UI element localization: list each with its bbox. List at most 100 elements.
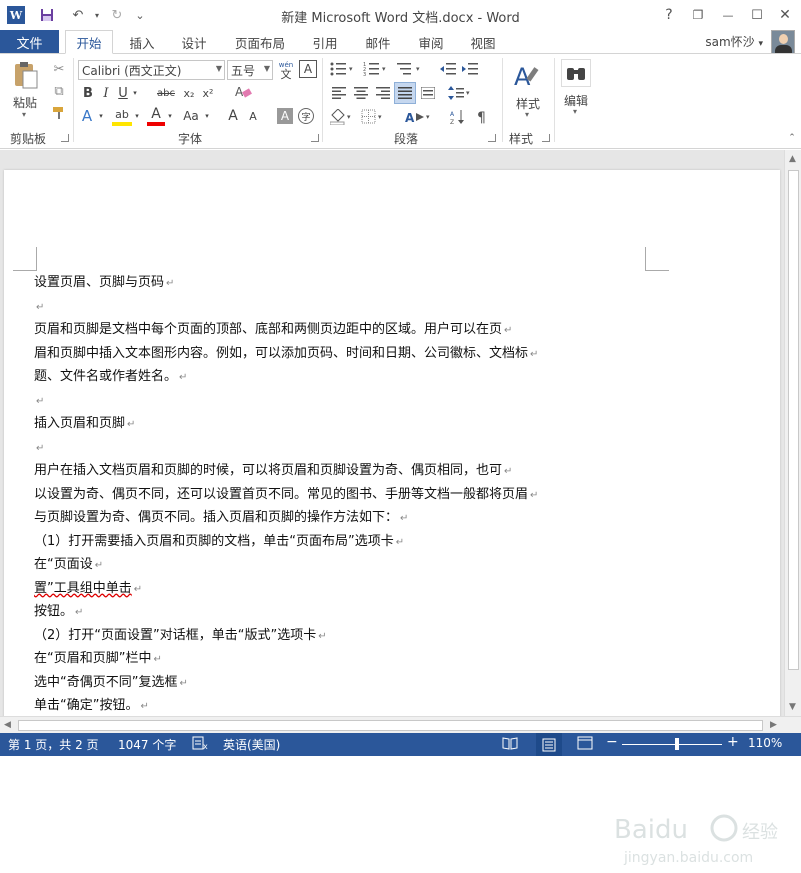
proofing-icon[interactable]: x [192,736,208,753]
highlight-button[interactable]: ab [112,106,132,126]
web-layout-icon[interactable] [577,736,593,753]
line-spacing-icon[interactable]: ▾ [446,84,474,102]
character-border-button[interactable]: A [299,60,317,78]
borders-icon[interactable]: ▾ [360,107,386,127]
increase-indent-icon[interactable] [460,60,480,78]
copy-icon[interactable]: ⧉ [50,82,68,100]
ribbon-display-options-button[interactable]: ❐ [687,4,709,26]
tab-file[interactable]: 文件 [0,30,59,54]
clear-formatting-icon[interactable]: A [232,82,254,102]
binoculars-icon[interactable] [561,59,591,87]
change-case-dropdown-icon[interactable]: ▾ [203,106,211,126]
doc-paragraph[interactable]: （1）打开需要插入页眉和页脚的文档，单击“页面布局”选项卡 ↵ [34,530,574,554]
styles-icon[interactable]: A [510,60,546,92]
tab-design[interactable]: 设计 [172,30,216,54]
character-shading-button[interactable]: A [277,108,293,124]
doc-paragraph[interactable]: 置”工具组中单击 ↵ [34,577,574,601]
text-effects-button[interactable]: A [78,106,96,126]
sort-icon[interactable]: AZ [448,107,468,127]
doc-paragraph[interactable]: 页眉和页脚是文档中每个页面的顶部、底部和两侧页边距中的区域。用户可以在页 ↵ [34,318,574,342]
doc-paragraph[interactable]: 眉和页脚中插入文本图形内容。例如，可以添加页码、时间和日期、公司徽标、文档标 ↵ [34,342,574,366]
superscript-button[interactable]: x² [200,84,216,102]
help-button[interactable]: ? [658,4,680,26]
language-indicator[interactable]: 英语(美国) [223,736,280,753]
bullets-icon[interactable]: ▾ [329,60,357,78]
subscript-button[interactable]: x₂ [181,84,197,102]
doc-paragraph[interactable]: 设置页眉、页脚与页码 ↵ [34,271,574,295]
multilevel-list-icon[interactable]: ▾ [396,60,424,78]
tab-home[interactable]: 开始 [65,30,113,54]
zoom-level[interactable]: 110% [748,736,782,750]
highlight-dropdown-icon[interactable]: ▾ [133,106,141,126]
zoom-slider-thumb[interactable] [675,738,679,750]
text-effects-dropdown-icon[interactable]: ▾ [97,106,105,126]
doc-paragraph[interactable]: 单击“确定”按钮。 ↵ [34,694,574,718]
distributed-icon[interactable] [418,84,438,102]
styles-launcher-icon[interactable] [542,134,550,142]
document-page[interactable]: 设置页眉、页脚与页码 ↵ ↵ 页眉和页脚是文档中每个页面的顶部、底部和两侧页边距中… [4,170,780,730]
font-size-combo[interactable]: 五号 ▼ [227,60,273,80]
shrink-font-button[interactable]: A [245,106,261,126]
bold-button[interactable]: B [80,84,96,102]
align-left-icon[interactable] [329,84,349,102]
document-body[interactable]: 设置页眉、页脚与页码 ↵ ↵ 页眉和页脚是文档中每个页面的顶部、底部和两侧页边距中… [34,271,574,718]
underline-dropdown-icon[interactable]: ▾ [130,84,140,102]
page-count[interactable]: 第 1 页，共 2 页 [8,736,99,753]
zoom-slider[interactable] [622,744,722,745]
underline-button[interactable]: U [116,84,130,102]
print-layout-icon[interactable] [536,733,562,756]
vertical-scroll-thumb[interactable] [788,170,799,670]
horizontal-scroll-thumb[interactable] [18,720,763,731]
scroll-down-icon[interactable]: ▼ [789,702,796,712]
show-marks-icon[interactable]: ¶ [474,107,494,127]
read-mode-icon[interactable] [502,736,518,753]
tab-view[interactable]: 视图 [461,30,505,54]
change-case-button[interactable]: Aa [180,106,202,126]
decrease-indent-icon[interactable] [438,60,458,78]
paste-icon[interactable] [10,60,42,90]
doc-paragraph[interactable]: ↵ [34,295,574,319]
tab-page-layout[interactable]: 页面布局 [227,30,293,54]
doc-paragraph[interactable]: 插入页眉和页脚 ↵ [34,412,574,436]
tab-mailings[interactable]: 邮件 [356,30,400,54]
tab-references[interactable]: 引用 [303,30,347,54]
doc-paragraph[interactable]: 题、文件名或作者姓名。 ↵ [34,365,574,389]
paragraph-launcher-icon[interactable] [488,134,496,142]
styles-dropdown-icon[interactable]: ▾ [525,110,529,119]
zoom-out-button[interactable]: − [606,734,618,750]
tab-insert[interactable]: 插入 [120,30,164,54]
doc-paragraph[interactable]: ↵ [34,436,574,460]
numbering-icon[interactable]: 1 2 3 ▾ [362,60,390,78]
italic-button[interactable]: I [99,84,113,102]
align-right-icon[interactable] [373,84,393,102]
font-color-dropdown-icon[interactable]: ▾ [166,106,174,126]
enclose-characters-button[interactable]: 字 [298,108,314,124]
word-count[interactable]: 1047 个字 [118,736,176,753]
user-account[interactable]: sam怀沙 ▾ [705,33,763,50]
align-center-icon[interactable] [351,84,371,102]
doc-paragraph[interactable]: ↵ [34,389,574,413]
scroll-left-icon[interactable]: ◀ [4,720,11,730]
grow-font-button[interactable]: A [224,106,242,126]
shading-icon[interactable]: ▾ [329,107,355,127]
close-button[interactable]: ✕ [774,4,796,26]
scroll-right-icon[interactable]: ▶ [770,720,777,730]
format-painter-icon[interactable] [50,104,68,122]
clipboard-launcher-icon[interactable] [61,134,69,142]
tab-review[interactable]: 审阅 [409,30,453,54]
paste-button[interactable]: 粘贴 [13,94,37,111]
minimize-button[interactable]: — [717,4,739,26]
collapse-ribbon-icon[interactable]: ⌃ [786,132,798,144]
scroll-up-icon[interactable]: ▲ [789,154,796,164]
cut-icon[interactable]: ✂ [50,60,68,78]
doc-paragraph[interactable]: 选中“奇偶页不同”复选框 ↵ [34,671,574,695]
paste-dropdown-icon[interactable]: ▾ [22,110,26,119]
doc-paragraph[interactable]: 以设置为奇、偶页不同，还可以设置首页不同。常见的图书、手册等文档一般都将页眉 ↵ [34,483,574,507]
font-launcher-icon[interactable] [311,134,319,142]
doc-paragraph[interactable]: 在“页眉和页脚”栏中 ↵ [34,647,574,671]
doc-paragraph[interactable]: （2）打开“页面设置”对话框，单击“版式”选项卡 ↵ [34,624,574,648]
maximize-button[interactable]: ☐ [746,4,768,26]
font-name-combo[interactable]: Calibri (西文正文) ▼ [78,60,225,80]
phonetic-guide-button[interactable]: wén 文 [275,59,297,81]
doc-paragraph[interactable]: 用户在插入文档页眉和页脚的时候，可以将页眉和页脚设置为奇、偶页相同，也可 ↵ [34,459,574,483]
